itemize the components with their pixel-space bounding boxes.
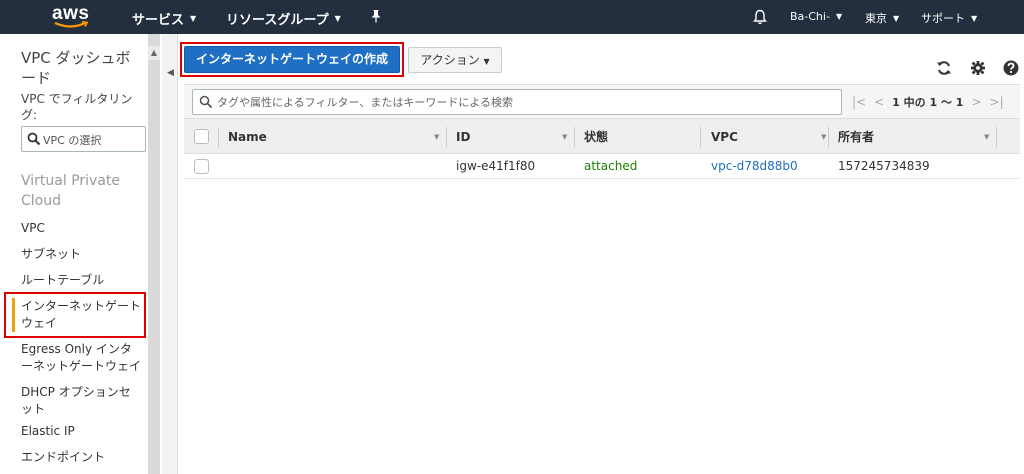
cell-state: attached [584,159,638,173]
sidebar-section-vpc: Virtual Private Cloud [21,173,121,209]
resource-groups-menu[interactable]: リソースグループ ▼ [226,9,341,28]
table-header: Name ▼ ID ▼ 状態 VPC ▼ 所有者 ▼ [184,118,1020,154]
column-header-state-label: 状態 [584,130,609,144]
search-box[interactable] [192,89,842,115]
refresh-icon[interactable] [936,60,952,76]
column-header-vpc[interactable]: VPC ▼ [711,119,836,155]
sidebar-item-egress-only-gateways[interactable]: Egress Only インターネットゲートウェイ [21,341,141,375]
cell-owner: 157245734839 [838,159,930,173]
sidebar-item-endpoints[interactable]: エンドポイント [21,449,141,466]
sidebar: VPC ダッシュボード VPC でフィルタリング: VPC の選択 Virtua… [0,34,148,474]
highlight-box-sidebar [4,292,146,338]
actions-button[interactable]: アクション ▼ [408,47,502,73]
search-icon [199,95,213,109]
filter-bar: |< < 1 中の 1 ～ 1 > >| [184,84,1020,118]
collapse-arrow-icon[interactable]: ◀ [167,68,174,78]
column-divider [996,127,997,147]
sidebar-title[interactable]: VPC ダッシュボード [21,48,141,88]
column-divider [828,127,829,147]
services-menu-label: サービス [132,13,185,28]
sidebar-item-elastic-ip[interactable]: Elastic IP [21,423,141,440]
aws-logo[interactable]: aws [52,2,92,30]
aws-smile-icon [54,21,88,28]
column-header-name[interactable]: Name ▼ [228,119,448,155]
sidebar-item-dhcp-options[interactable]: DHCP オプションセット [21,384,141,418]
vpc-filter-label: VPC でフィルタリング: [21,92,133,122]
chevron-down-icon: ▼ [334,14,341,23]
gear-icon[interactable] [970,60,986,76]
column-header-name-label: Name [228,130,267,144]
actions-button-label: アクション [420,53,480,67]
cell-id: igw-e41f1f80 [456,159,536,173]
sort-icon[interactable]: ▼ [821,119,826,155]
table-row[interactable]: igw-e41f1f80 attached vpc-d78d88b0 15724… [184,155,1020,179]
resource-groups-label: リソースグループ [226,13,329,28]
row-checkbox[interactable] [194,159,209,174]
sort-icon[interactable]: ▼ [562,119,567,155]
sidebar-item-route-tables[interactable]: ルートテーブル [21,272,141,289]
sidebar-scrollbar[interactable] [148,34,160,474]
column-header-id-label: ID [456,130,471,144]
column-header-state[interactable]: 状態 [584,119,704,155]
column-divider [574,127,575,147]
top-navigation-bar: aws サービス ▼ リソースグループ ▼ Ba-Chi- ▼ 東京 ▼ サポー… [0,0,1024,34]
scroll-up-icon[interactable]: ▲ [148,46,160,60]
highlight-box-create [180,42,404,77]
bell-icon[interactable] [753,9,767,25]
support-menu-label: サポート [921,12,965,25]
chevron-down-icon: ▼ [190,14,197,23]
pagination: |< < 1 中の 1 ～ 1 > >| [852,94,1004,110]
select-all-checkbox[interactable] [194,129,209,144]
column-divider [700,127,701,147]
user-menu[interactable]: Ba-Chi- ▼ [790,10,842,23]
sort-icon[interactable]: ▼ [984,119,989,155]
cell-vpc-link[interactable]: vpc-d78d88b0 [711,159,798,173]
page-indicator: 1 中の 1 ～ 1 [892,96,964,109]
column-header-owner[interactable]: 所有者 ▼ [838,119,998,155]
support-menu[interactable]: サポート ▼ [921,10,977,26]
chevron-down-icon: ▼ [483,57,490,66]
column-divider [218,127,219,147]
search-input[interactable] [217,93,817,111]
first-page-icon[interactable]: |< [852,95,866,109]
column-header-vpc-label: VPC [711,130,738,144]
column-divider [446,127,447,147]
search-icon [27,132,41,146]
last-page-icon[interactable]: >| [990,95,1004,109]
sort-icon[interactable]: ▼ [434,119,439,155]
prev-page-icon[interactable]: < [874,95,884,109]
chevron-down-icon: ▼ [893,13,900,23]
sidebar-collapse-strip[interactable] [162,34,178,474]
chevron-down-icon: ▼ [971,13,978,23]
column-header-id[interactable]: ID ▼ [456,119,576,155]
sidebar-item-subnets[interactable]: サブネット [21,246,141,263]
region-menu-label: 東京 [865,12,887,25]
pin-icon[interactable] [370,9,382,23]
vpc-select-value: VPC の選択 [43,134,102,147]
services-menu[interactable]: サービス ▼ [132,9,196,28]
chevron-down-icon: ▼ [835,12,843,21]
user-menu-label: Ba-Chi- [790,10,830,23]
sidebar-item-vpc[interactable]: VPC [21,220,141,237]
vpc-select[interactable]: VPC の選択 [21,126,146,152]
help-icon[interactable] [1003,60,1019,76]
column-header-owner-label: 所有者 [838,130,875,144]
next-page-icon[interactable]: > [971,95,981,109]
region-menu[interactable]: 東京 ▼ [865,10,899,26]
